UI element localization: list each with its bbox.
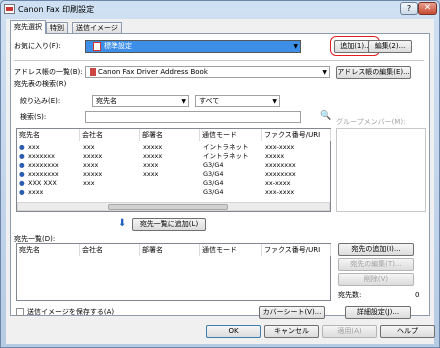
divider	[14, 60, 424, 61]
column-header-mode[interactable]: 通信モード	[200, 129, 262, 141]
address-book-value: Canon Fax Driver Address Book	[98, 68, 208, 76]
filter-label: 絞り込み(E):	[20, 97, 61, 105]
favorites-value: 標準設定	[104, 42, 132, 50]
cell-name: xxxx	[28, 188, 44, 196]
column-header-company[interactable]: 会社名	[80, 244, 140, 256]
save-image-checkbox[interactable]	[16, 308, 24, 316]
edit-destination-button[interactable]: 宛先の編集(T)...	[338, 258, 414, 271]
cell-name: xxxxxxx	[28, 152, 55, 160]
favorites-label: お気に入り(F):	[14, 42, 61, 50]
search-label: 検索(S):	[20, 113, 47, 121]
chevron-down-icon: ▼	[272, 98, 277, 105]
destination-list[interactable]: 宛先名 会社名 部署名 通信モード ファクス番号/URI	[16, 243, 331, 301]
help-button[interactable]: ヘルプ	[380, 325, 435, 338]
column-header-department[interactable]: 部署名	[140, 244, 200, 256]
apply-button[interactable]: 適用(A)	[322, 325, 377, 338]
filter-value-select[interactable]: すべて ▼	[195, 95, 280, 107]
group-members-list	[336, 128, 426, 212]
printer-icon	[4, 4, 15, 14]
cell-fax: xxx-xxxx	[265, 188, 295, 196]
save-image-label: 送信イメージを保存する(A)	[27, 308, 115, 316]
printer-icon	[93, 41, 101, 51]
tab-destination[interactable]: 宛先選択	[10, 20, 46, 34]
table-row[interactable]: ● xxxxxxxx xxxxx xxxx G3/G4 xxxxxxxx	[17, 170, 330, 178]
table-row[interactable]: ● XXX XXX xxx G3/G4 xx-xxxx	[17, 179, 330, 187]
table-row[interactable]: ● xxxxxxx xxxxx xxxxx イントラネット xxxxx	[17, 152, 330, 160]
chevron-down-icon: ▼	[293, 43, 298, 50]
cell-fax: xxx-xxxx	[265, 143, 295, 151]
cell-company: xxxx	[83, 161, 99, 169]
destination-count: 0	[415, 291, 420, 299]
ok-button[interactable]: OK	[206, 325, 261, 338]
filter-value-value: すべて	[199, 97, 220, 105]
cell-company: xxxxx	[83, 170, 103, 178]
cell-fax: xxxxxxxx	[265, 161, 296, 169]
cell-company: xxx	[83, 143, 95, 151]
filter-field-select[interactable]: 宛先名 ▼	[92, 95, 189, 107]
cell-fax: xxxxxxxx	[265, 170, 296, 178]
column-header-department[interactable]: 部署名	[140, 129, 200, 141]
cell-fax: xx-xxxx	[265, 179, 291, 187]
column-header-name[interactable]: 宛先名	[17, 129, 80, 141]
cancel-button[interactable]: キャンセル	[264, 325, 319, 338]
cell-department: xxxxx	[143, 143, 163, 151]
column-header-name[interactable]: 宛先名	[17, 244, 80, 256]
filter-field-value: 宛先名	[96, 97, 117, 105]
person-icon: ●	[19, 161, 25, 169]
cell-mode: G3/G4	[203, 161, 224, 169]
cell-name: xxxxxxxx	[28, 170, 59, 178]
group-members-label: グループメンバー(M):	[336, 118, 406, 126]
cell-mode: イントラネット	[203, 143, 249, 151]
table-row[interactable]: ● xxxx G3/G4 xxx-xxxx	[17, 188, 330, 196]
person-icon: ●	[19, 170, 25, 178]
cell-department: xxxx	[143, 161, 159, 169]
scrollbar-thumb[interactable]	[108, 204, 228, 210]
cell-name: xxx	[28, 143, 40, 151]
cell-department: xxxx	[143, 170, 159, 178]
delete-destination-button[interactable]: 削除(V)	[338, 273, 414, 286]
cover-sheet-button[interactable]: カバーシート(V)...	[259, 306, 325, 319]
column-header-fax[interactable]: ファクス番号/URI	[262, 244, 331, 256]
favorites-select[interactable]: 標準設定 ▼	[85, 40, 301, 53]
cell-mode: イントラネット	[203, 152, 249, 160]
down-arrow-icon: ⬇	[118, 218, 127, 229]
chevron-down-icon: ▼	[181, 98, 186, 105]
edit-address-book-button[interactable]: アドレス帳の編集(E)...	[336, 66, 411, 79]
search-input[interactable]	[85, 111, 301, 123]
table-row[interactable]: ● xxxxxxxx xxxx xxxx G3/G4 xxxxxxxx	[17, 161, 330, 169]
table-row[interactable]: ● xxx xxx xxxxx イントラネット xxx-xxxx	[17, 143, 330, 151]
cell-department: xxxxx	[143, 152, 163, 160]
destination-table[interactable]: 宛先名 会社名 部署名 通信モード ファクス番号/URI ● xxx xxx x…	[16, 128, 331, 212]
cell-mode: G3/G4	[203, 188, 224, 196]
column-header-mode[interactable]: 通信モード	[200, 244, 262, 256]
cell-name: XXX XXX	[28, 179, 57, 187]
chevron-down-icon: ▼	[322, 69, 327, 76]
cell-mode: G3/G4	[203, 170, 224, 178]
cell-fax: xxxxx	[265, 152, 285, 160]
add-to-list-button[interactable]: 宛先一覧に追加(L)	[132, 218, 206, 231]
destination-count-label: 宛先数:	[338, 291, 362, 299]
search-section-title: 宛先表の検索(R)	[14, 80, 67, 88]
person-icon: ●	[19, 143, 25, 151]
person-icon: ●	[19, 152, 25, 160]
column-header-company[interactable]: 会社名	[80, 129, 140, 141]
address-book-icon	[90, 68, 96, 76]
window-title: Canon Fax 印刷設定	[18, 5, 95, 14]
cell-company: xxx	[83, 179, 95, 187]
edit-favorite-button[interactable]: 編集(2)...	[368, 40, 412, 53]
cell-name: xxxxxxxx	[28, 161, 59, 169]
person-icon: ●	[19, 179, 25, 187]
help-icon-button[interactable]: ?	[400, 2, 418, 15]
person-icon: ●	[19, 188, 25, 196]
cell-mode: G3/G4	[203, 179, 224, 187]
address-book-select[interactable]: Canon Fax Driver Address Book ▼	[85, 66, 330, 78]
search-icon[interactable]: 🔍	[320, 111, 331, 121]
details-button[interactable]: 詳細設定(J)...	[345, 306, 411, 319]
address-book-label: アドレス帳の一覧(B):	[14, 68, 83, 76]
add-destination-button[interactable]: 宛先の追加(I)...	[338, 243, 414, 256]
cell-company: xxxxx	[83, 152, 103, 160]
column-header-fax[interactable]: ファクス番号/URI	[262, 129, 331, 141]
close-button[interactable]: ✕	[418, 2, 437, 15]
horizontal-scrollbar[interactable]	[17, 202, 330, 211]
